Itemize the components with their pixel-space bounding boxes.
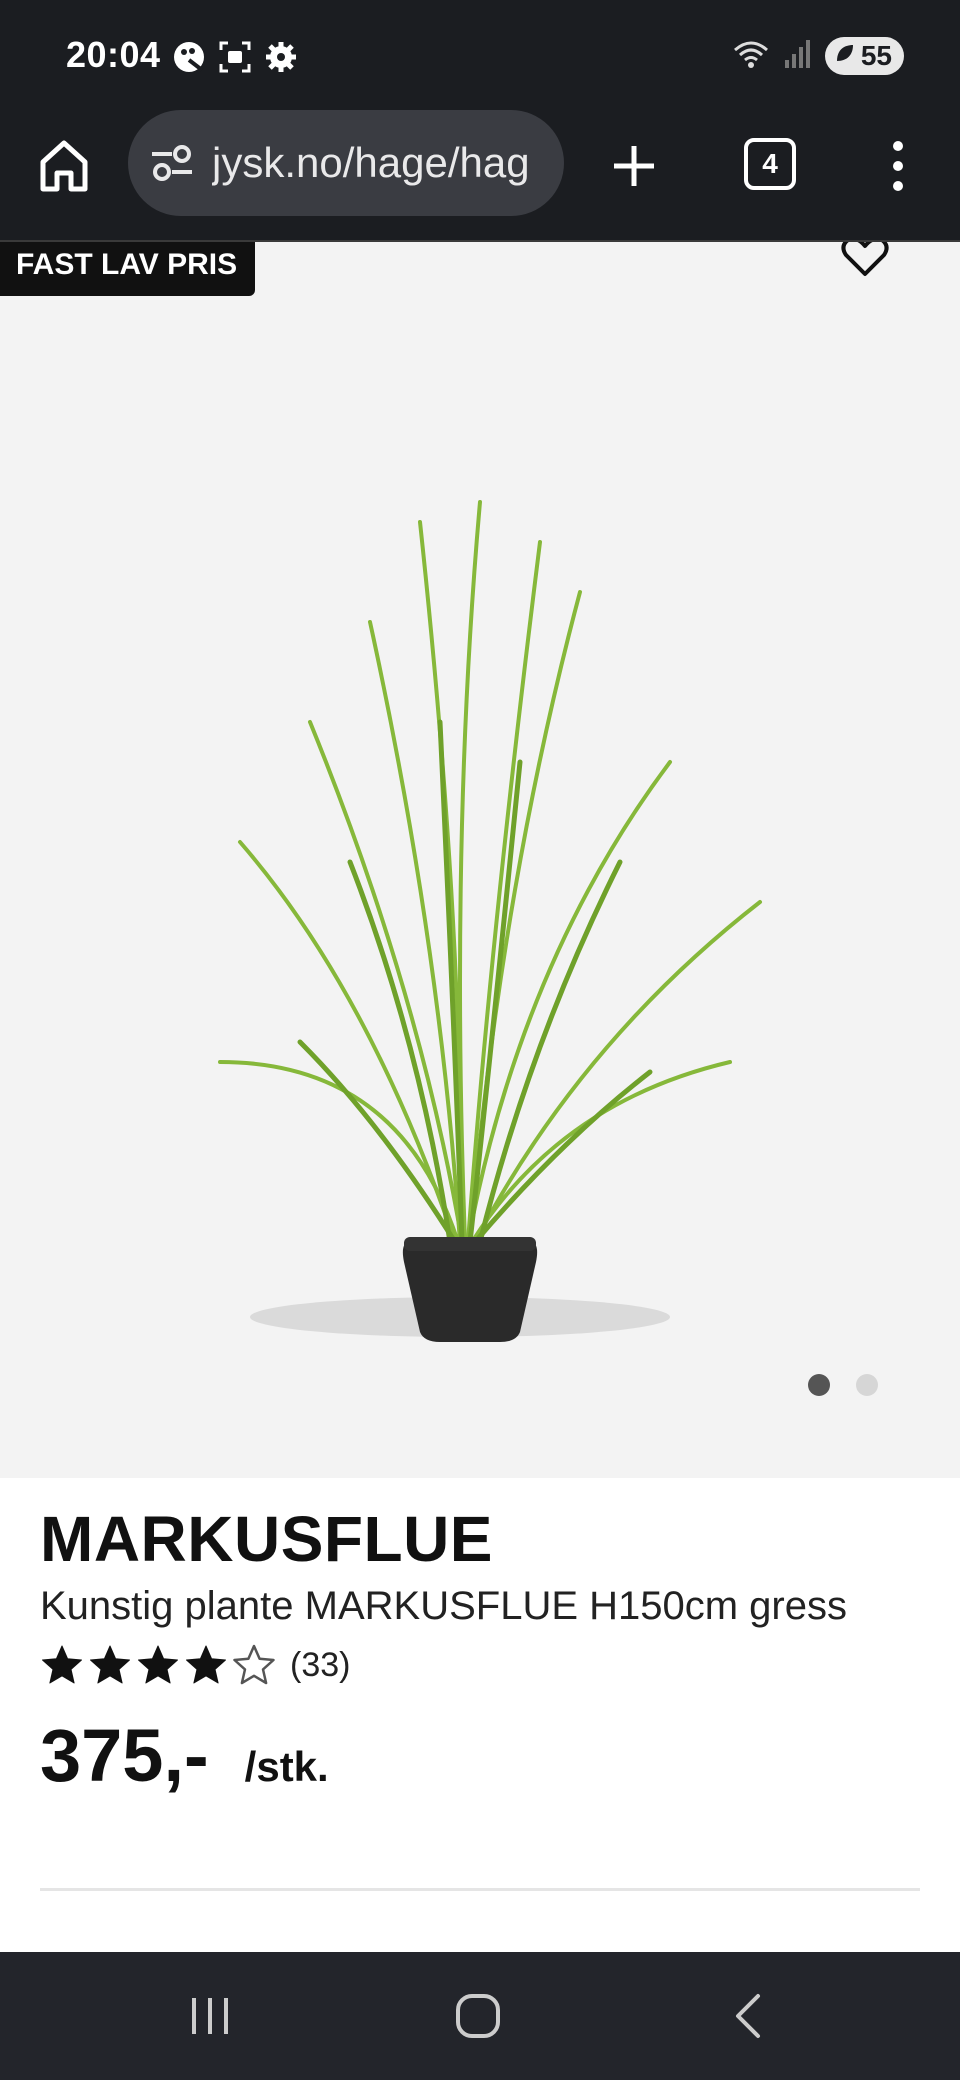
pagination-dot-active[interactable] xyxy=(808,1374,830,1396)
product-description: Kunstig plante MARKUSFLUE H150cm gress xyxy=(40,1584,847,1628)
battery-indicator: 55 xyxy=(824,36,904,75)
status-bar: 20:04 55 xyxy=(0,0,960,108)
product-name: MARKUSFLUE xyxy=(40,1503,493,1575)
battery-icon xyxy=(833,40,857,72)
wifi-icon xyxy=(731,36,771,75)
product-rating[interactable]: (33) xyxy=(40,1643,920,1687)
product-info: MARKUSFLUE Kunstig plante MARKUSFLUE H15… xyxy=(40,1478,920,1798)
battery-level: 55 xyxy=(860,39,892,71)
browser-toolbar: jysk.no/hage/hag 4 xyxy=(0,108,960,240)
section-divider xyxy=(40,1888,920,1891)
pagination-dot[interactable] xyxy=(856,1374,878,1396)
plus-icon[interactable] xyxy=(610,142,658,190)
review-count[interactable]: (33) xyxy=(290,1646,350,1685)
palette-icon xyxy=(172,40,206,74)
recent-apps-icon[interactable] xyxy=(186,1992,234,2040)
signal-icon xyxy=(783,36,813,75)
price-row: 375,- /stk. xyxy=(40,1713,920,1798)
star-filled-icon xyxy=(186,1645,226,1684)
gallery-pagination xyxy=(808,1374,878,1396)
home-icon[interactable] xyxy=(38,138,90,194)
product-image[interactable] xyxy=(200,342,800,1342)
tabs-icon[interactable]: 4 xyxy=(744,138,796,190)
status-time: 20:04 xyxy=(66,34,161,75)
rating-stars xyxy=(40,1643,276,1687)
home-nav-icon[interactable] xyxy=(454,1992,502,2040)
screenshot-icon xyxy=(218,40,252,74)
star-filled-icon xyxy=(42,1645,82,1684)
star-filled-icon xyxy=(90,1645,130,1684)
product-price: 375,- xyxy=(40,1714,209,1797)
fast-lav-pris-badge: FAST LAV PRIS xyxy=(0,242,256,296)
back-icon[interactable] xyxy=(726,1992,774,2040)
heart-icon[interactable] xyxy=(840,242,890,278)
gear-icon xyxy=(264,40,298,74)
url-bar[interactable]: jysk.no/hage/hag xyxy=(128,110,564,216)
star-filled-icon xyxy=(138,1645,178,1684)
more-icon[interactable] xyxy=(884,138,912,194)
url-text[interactable]: jysk.no/hage/hag xyxy=(212,139,552,187)
product-gallery[interactable]: FAST LAV PRIS xyxy=(0,242,960,1478)
site-settings-icon[interactable] xyxy=(150,143,194,183)
price-unit: /stk. xyxy=(244,1743,329,1790)
system-nav-bar xyxy=(0,1952,960,2080)
star-empty-icon xyxy=(233,1644,275,1685)
